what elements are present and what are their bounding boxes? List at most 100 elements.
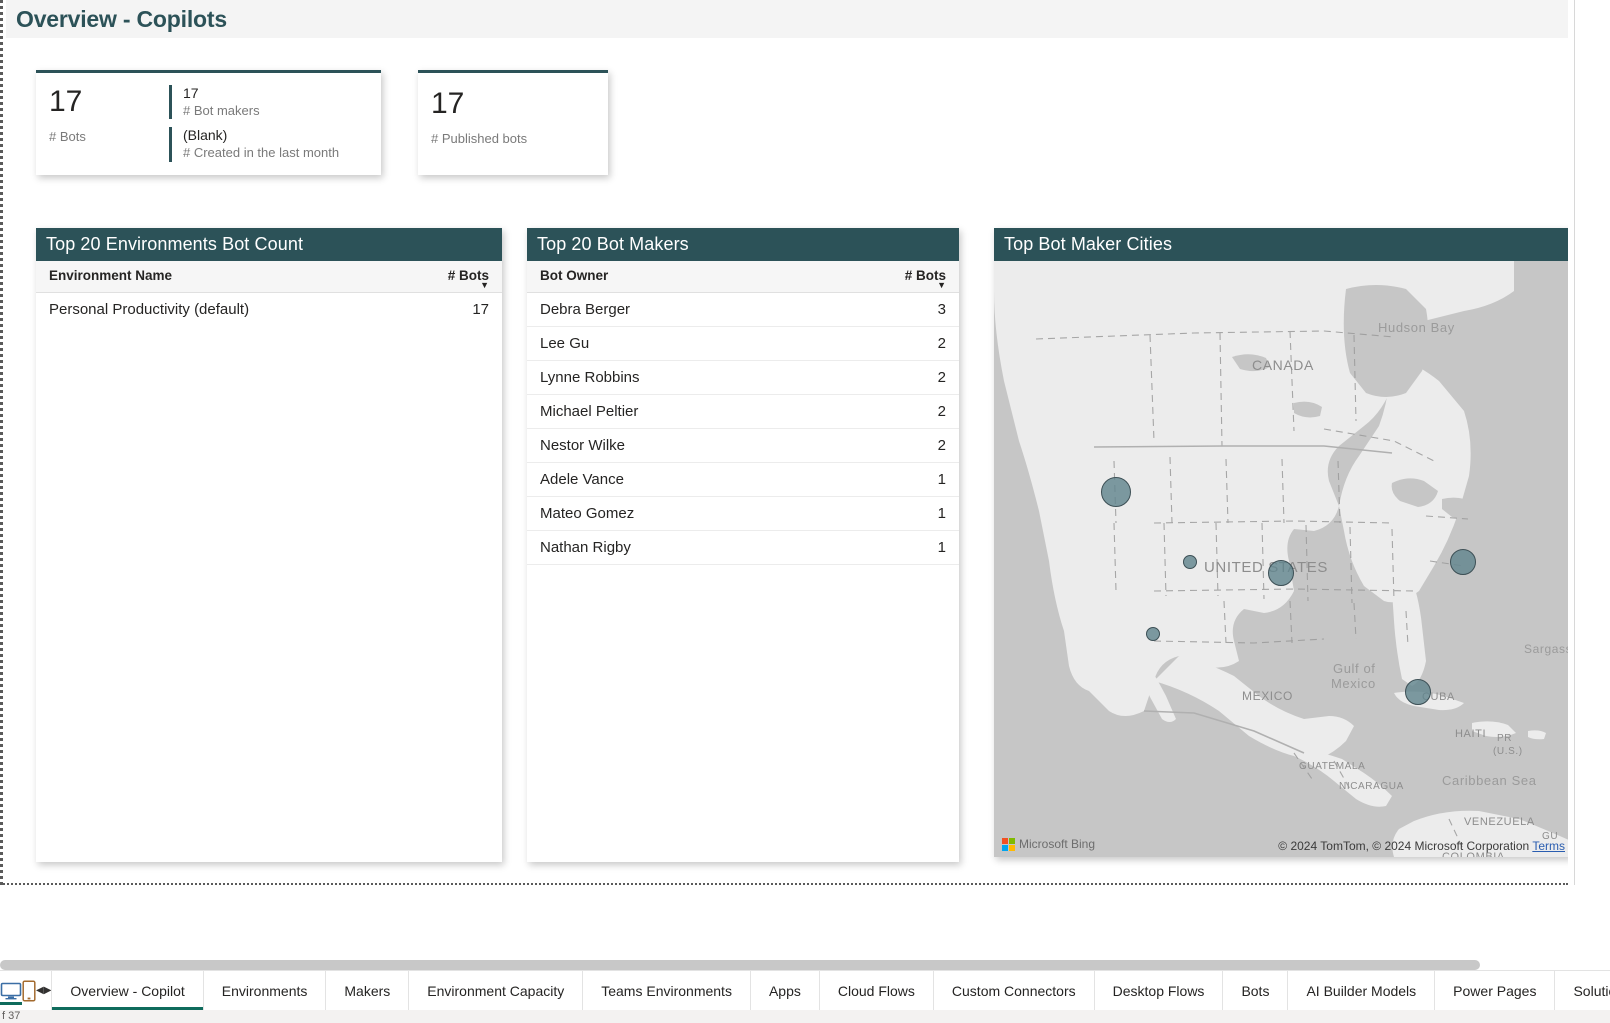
cell-bot-owner: Nestor Wilke (527, 428, 819, 463)
page-tab-desktop-flows[interactable]: Desktop Flows (1093, 971, 1223, 1010)
cell-bot-owner: Debra Berger (527, 292, 819, 327)
map-bubble-denver[interactable] (1183, 555, 1197, 569)
mobile-view-button[interactable] (22, 971, 36, 1010)
cell-bot-owner: Mateo Gomez (527, 496, 819, 531)
visual-title-environments: Top 20 Environments Bot Count (36, 228, 502, 261)
next-arrow-icon: ▶ (43, 985, 52, 996)
bing-logo-text: Microsoft Bing (1019, 837, 1096, 851)
horizontal-scrollbar[interactable] (0, 960, 1610, 970)
table-row[interactable]: Lynne Robbins 2 (527, 360, 959, 395)
table-header-row: Environment Name # Bots ▼ (36, 261, 502, 293)
kpi-card-bots[interactable]: 17 # Bots 17 # Bot makers (Blank) # Crea… (36, 70, 381, 175)
bottom-area: ◀ ▶ Overview - Copilot Environments Makers… (0, 885, 1610, 1023)
kpi-value-published-bots: 17 (431, 87, 465, 120)
col-bot-owner-bots[interactable]: # Bots ▼ (818, 261, 959, 293)
cell-bot-owner: Lynne Robbins (527, 360, 819, 395)
kpi-subvalue-created-last-month: (Blank) (183, 127, 228, 144)
map-geography (994, 261, 1568, 857)
page-tab-solutions[interactable]: Solutions (1554, 971, 1610, 1010)
table-row[interactable]: Michael Peltier 2 (527, 394, 959, 429)
tabs-container: Overview - Copilot Environments Makers Envi… (51, 971, 1610, 1010)
page-tab-teams-environments[interactable]: Teams Environments (582, 971, 750, 1010)
table-row[interactable]: Lee Gu 2 (527, 326, 959, 361)
desktop-icon (0, 982, 22, 999)
page-tab-custom-connectors[interactable]: Custom Connectors (932, 971, 1094, 1010)
cell-bot-owner-bots: 1 (818, 496, 959, 531)
map-terms-link[interactable]: Terms (1532, 839, 1565, 853)
cell-bot-owner-bots: 2 (818, 326, 959, 361)
table-row[interactable]: Personal Productivity (default) 17 (36, 293, 502, 327)
kpi-label-bots: # Bots (49, 129, 86, 144)
previous-arrow-icon: ◀ (36, 985, 44, 996)
visual-title-map: Top Bot Maker Cities (994, 228, 1568, 261)
sort-descending-icon[interactable]: ▼ (480, 281, 489, 290)
col-environment-name[interactable]: Environment Name (36, 261, 408, 293)
cell-bot-owner-bots: 1 (818, 530, 959, 565)
previous-page-button[interactable]: ◀ (36, 971, 44, 1010)
mobile-icon (22, 979, 36, 1002)
cell-bot-owner: Nathan Rigby (527, 530, 819, 565)
page-tab-environments[interactable]: Environments (202, 971, 326, 1010)
right-edge-strip (1574, 0, 1610, 885)
col-environment-bots[interactable]: # Bots ▼ (407, 261, 502, 293)
page-tab-bar[interactable]: ◀ ▶ Overview - Copilot Environments Makers… (0, 970, 1610, 1010)
kpi-subrow-bot-makers[interactable]: 17 # Bot makers (169, 85, 381, 120)
map-bubble-san-diego[interactable] (1146, 627, 1160, 641)
horizontal-scrollbar-thumb[interactable] (0, 960, 1480, 970)
cell-bot-owner-bots: 3 (818, 292, 959, 327)
kpi-subvalue-bot-makers: 17 (183, 85, 199, 101)
kpi-main-bots: 17 # Bots (36, 73, 169, 175)
desktop-view-button[interactable] (0, 971, 22, 1010)
visual-top-bot-maker-cities[interactable]: Top Bot Maker Cities CANADA Hudson Bay U… (994, 228, 1568, 857)
page-tab-apps[interactable]: Apps (749, 971, 819, 1010)
page-tab-power-pages[interactable]: Power Pages (1434, 971, 1554, 1010)
microsoft-bing-logo: Microsoft Bing (1002, 837, 1095, 851)
page-tab-environment-capacity[interactable]: Environment Capacity (408, 971, 582, 1010)
map-bubble-seattle[interactable] (1101, 477, 1131, 507)
page-tab-bots[interactable]: Bots (1222, 971, 1287, 1010)
table-row[interactable]: Debra Berger 3 (527, 292, 959, 327)
kpi-card-published-bots[interactable]: 17 # Published bots (418, 70, 608, 175)
microsoft-squares-icon (1002, 837, 1015, 851)
page-tab-cloud-flows[interactable]: Cloud Flows (818, 971, 933, 1010)
title-bar: Overview - Copilots (6, 0, 1568, 38)
kpi-sublabel-created-last-month: # Created in the last month (183, 144, 340, 160)
cell-bot-owner: Adele Vance (527, 462, 819, 497)
table-row[interactable]: Nathan Rigby 1 (527, 530, 959, 565)
page-tab-overview-copilot[interactable]: Overview - Copilot (51, 971, 204, 1010)
table-row[interactable]: Adele Vance 1 (527, 462, 959, 497)
map-bubble-kansas-city[interactable] (1268, 560, 1294, 586)
bot-makers-table-body: Debra Berger 3 Lee Gu 2 Lynne Robbins 2 Michae… (527, 292, 959, 565)
map-bubble-new-york[interactable] (1450, 549, 1476, 575)
cell-environment-name: Personal Productivity (default) (49, 301, 250, 318)
cell-bot-owner-bots: 2 (818, 360, 959, 395)
bot-makers-table-head: Bot Owner # Bots ▼ (527, 261, 959, 293)
page-tab-makers[interactable]: Makers (325, 971, 408, 1010)
kpi-sublabel-bot-makers: # Bot makers (183, 102, 260, 118)
table-row[interactable]: Mateo Gomez 1 (527, 496, 959, 531)
status-text: f 37 (2, 1010, 21, 1022)
kpi-subrow-created-last-month[interactable]: (Blank) # Created in the last month (169, 127, 381, 162)
environments-table[interactable]: Environment Name # Bots ▼ Personal Produ… (36, 261, 502, 326)
visual-title-bot-makers: Top 20 Bot Makers (527, 228, 959, 261)
visual-top-bot-makers[interactable]: Top 20 Bot Makers Bot Owner # Bots ▼ Deb… (527, 228, 959, 862)
cell-environment-bots: 17 (472, 301, 489, 318)
kpi-label-published-bots: # Published bots (431, 131, 528, 146)
environments-table-head: Environment Name # Bots ▼ (36, 261, 502, 293)
map-attribution-text: © 2024 TomTom, © 2024 Microsoft Corporat… (1278, 839, 1530, 853)
report-canvas: Overview - Copilots 17 # Bots 17 # Bot m… (0, 0, 1568, 885)
col-bot-owner[interactable]: Bot Owner (527, 261, 819, 293)
bot-makers-table[interactable]: Bot Owner # Bots ▼ Debra Berger 3 Lee Gu 2 L… (527, 261, 959, 565)
status-bar: f 37 (0, 1010, 1610, 1023)
table-row[interactable]: Nestor Wilke 2 (527, 428, 959, 463)
cell-bot-owner-bots: 2 (818, 428, 959, 463)
kpi-value-bots: 17 (49, 85, 83, 118)
next-page-button[interactable]: ▶ (44, 971, 52, 1010)
map-canvas[interactable]: CANADA Hudson Bay UNITED STATES MEXICO Gulf … (994, 261, 1568, 857)
sort-descending-icon[interactable]: ▼ (937, 281, 946, 290)
page-tab-ai-builder-models[interactable]: AI Builder Models (1287, 971, 1434, 1010)
cell-bot-owner-bots: 1 (818, 462, 959, 497)
map-bubble-miami[interactable] (1405, 679, 1431, 705)
kpi-sublist: 17 # Bot makers (Blank) # Created in the… (169, 73, 381, 175)
visual-top-environments[interactable]: Top 20 Environments Bot Count Environmen… (36, 228, 502, 862)
